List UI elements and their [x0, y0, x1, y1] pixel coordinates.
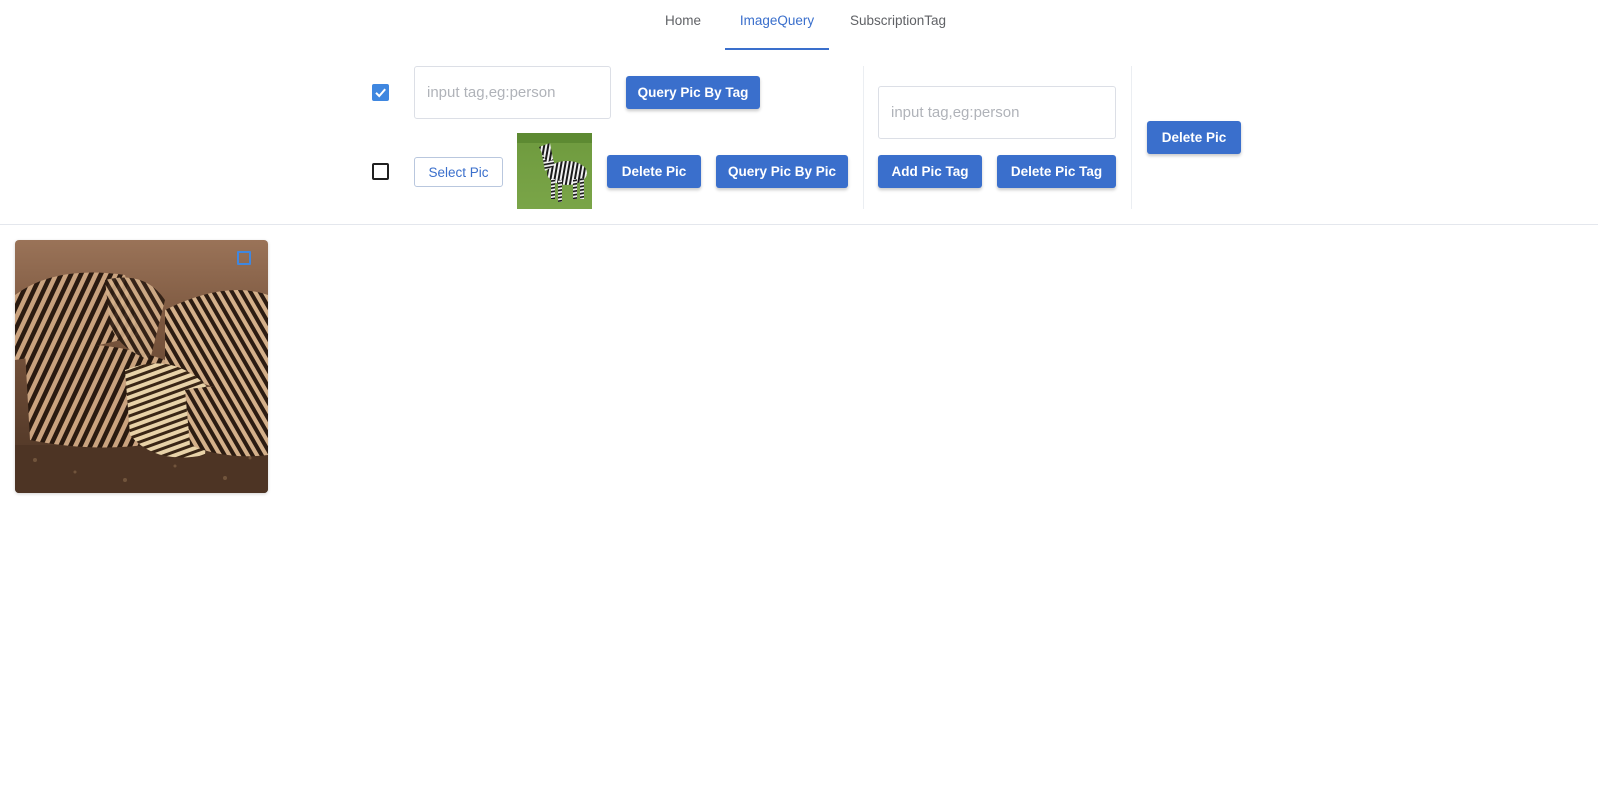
delete-pic-tag-button[interactable]: Delete Pic Tag: [997, 155, 1116, 188]
query-pic-by-tag-button[interactable]: Query Pic By Tag: [626, 76, 760, 109]
delete-selected-pic-button[interactable]: Delete Pic: [607, 155, 701, 188]
selected-pic-thumbnail: [517, 133, 592, 209]
tab-image-query[interactable]: ImageQuery: [725, 0, 829, 48]
delete-pic-button[interactable]: Delete Pic: [1147, 121, 1241, 154]
checkmark-icon: [375, 88, 386, 98]
tab-subscription-tag[interactable]: SubscriptionTag: [830, 0, 966, 48]
tab-home[interactable]: Home: [650, 0, 716, 48]
panel-divider: [1131, 66, 1132, 209]
query-pic-by-pic-button[interactable]: Query Pic By Pic: [716, 155, 848, 188]
add-pic-tag-button[interactable]: Add Pic Tag: [878, 155, 982, 188]
query-tag-input[interactable]: [414, 66, 611, 119]
pic-mode-checkbox[interactable]: [372, 163, 389, 180]
result-image: [15, 240, 268, 493]
edit-tag-input[interactable]: [878, 86, 1116, 139]
result-image-card[interactable]: [15, 240, 268, 493]
tag-mode-checkbox[interactable]: [372, 84, 389, 101]
select-pic-button[interactable]: Select Pic: [414, 157, 503, 187]
panel-divider: [863, 66, 864, 209]
toolbar-divider: [0, 224, 1598, 225]
active-tab-indicator: [725, 48, 829, 50]
result-select-checkbox[interactable]: [237, 251, 251, 265]
